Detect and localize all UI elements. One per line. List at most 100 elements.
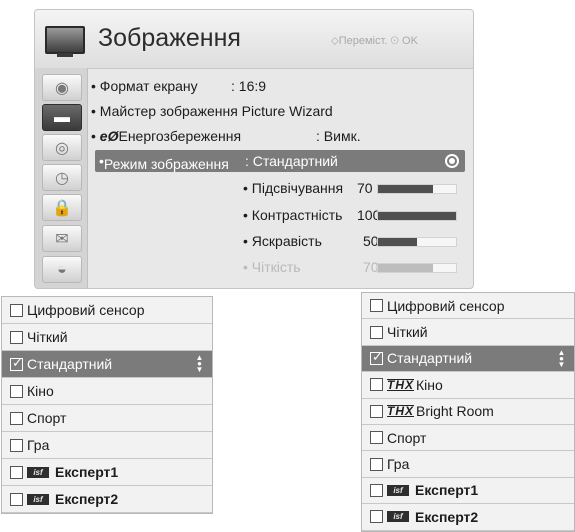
menu-title: Зображення (98, 24, 241, 52)
checkbox-icon (370, 483, 383, 497)
checkbox-icon (370, 378, 383, 392)
ok-icon: ⊙ (390, 35, 399, 47)
options-icon[interactable]: ✉ (42, 225, 82, 252)
brightness-bar[interactable] (377, 237, 457, 247)
checkbox-icon (370, 404, 383, 418)
option-label: Спорт (27, 410, 67, 426)
option-label: Експерт2 (415, 508, 479, 525)
screen-format-value: : 16:9 (231, 78, 267, 94)
checkbox-icon (10, 492, 23, 506)
picture-mode-option[interactable]: isf Експерт2 (2, 486, 212, 513)
option-label: Цифровий сенсор (27, 302, 145, 318)
option-label: Чіткий (387, 324, 428, 341)
picture-mode-option[interactable]: Гра (362, 451, 574, 478)
picture-mode-option[interactable]: Чіткий (362, 319, 574, 346)
checkbox-icon (370, 299, 383, 313)
picture-mode-option[interactable]: isf Експерт1 (2, 459, 212, 486)
picture-mode-option[interactable]: Стандартний ▲●▼ (2, 351, 212, 378)
support-icon[interactable]: ◒ (42, 256, 82, 283)
picture-mode-option[interactable]: isf Експерт2 (362, 504, 574, 531)
move-arrows-icon: ⬦ (331, 35, 339, 47)
checkbox-icon (10, 303, 23, 317)
backlight-bar[interactable] (377, 184, 457, 194)
tv-picture-icon[interactable]: ▬ (42, 104, 82, 131)
move-hint-label: Переміст. (338, 35, 388, 47)
checkbox-icon (10, 384, 23, 398)
option-label: Експерт1 (55, 464, 119, 480)
picture-mode-option[interactable]: Кіно (2, 378, 212, 405)
isf-logo-icon: isf (387, 511, 409, 523)
speaker-icon[interactable]: ◎ (42, 134, 82, 161)
option-label: Гра (387, 456, 410, 473)
thx-logo-icon: THX (387, 377, 414, 392)
option-label: Чіткий (27, 329, 68, 345)
option-label: Bright Room (416, 403, 494, 420)
backlight-label: Підсвічування (251, 180, 344, 196)
option-label: Цифровий сенсор (387, 297, 505, 314)
up-down-arrows-icon[interactable]: ▲ ● ▼ (557, 348, 566, 368)
option-label: Експерт1 (415, 482, 479, 499)
picture-mode-option[interactable]: isf Експерт1 (362, 477, 574, 505)
contrast-bar[interactable] (377, 211, 457, 221)
clock-icon[interactable]: ◷ (42, 164, 82, 191)
option-label: Гра (27, 437, 50, 453)
checkbox-icon (370, 510, 383, 524)
picture-mode-option[interactable]: Цифровий сенсор (362, 293, 574, 320)
picture-mode-list-right: Цифровий сенсор Чіткий Стандартний ▲●▼ THXКі… (361, 292, 575, 532)
checkbox-icon (370, 431, 383, 445)
picture-mode-option[interactable]: Гра (2, 432, 212, 459)
checkbox-icon (10, 411, 23, 425)
menu-item-energy-saving[interactable]: • eØЕнергозбереження : Вимк. (91, 128, 361, 144)
backlight-value: 70 (357, 180, 373, 196)
menu-item-picture-mode[interactable]: • Режим зображення : Стандартний (95, 150, 465, 172)
option-label: Спорт (387, 429, 427, 446)
contrast-row[interactable]: • Контрастність 100 (243, 207, 380, 223)
lock-icon[interactable]: 🔒 (42, 194, 82, 221)
picture-mode-value: : Стандартний (245, 153, 338, 169)
ok-hint-label: OK (402, 35, 418, 47)
isf-logo-icon: isf (387, 484, 409, 496)
picture-mode-option[interactable]: Стандартний ▲●▼ (362, 345, 574, 373)
menu-header: Зображення ⬦Переміст. ⊙ OK (35, 10, 473, 69)
picture-settings-menu: Зображення ⬦Переміст. ⊙ OK ◉ ▬ ◎ ◷ 🔒 ✉ ◒… (34, 9, 474, 289)
picture-wizard-label: Майстер зображення Picture Wizard (99, 103, 333, 119)
tv-icon (45, 26, 85, 57)
backlight-row[interactable]: • Підсвічування 70 (243, 180, 373, 196)
picture-mode-label: Режим зображення (103, 156, 229, 172)
brightness-row[interactable]: • Яскравість 50 (243, 233, 379, 249)
energy-saving-icon: eØ (99, 128, 119, 144)
ok-radio-icon (445, 154, 459, 168)
menu-item-screen-format[interactable]: • Формат екрану : 16:9 (91, 78, 266, 94)
thx-logo-icon: THX (387, 404, 414, 419)
option-label: Кіно (27, 383, 54, 399)
isf-logo-icon: isf (27, 493, 49, 505)
menu-sidebar: ◉ ▬ ◎ ◷ 🔒 ✉ ◒ (35, 68, 88, 288)
picture-mode-option[interactable]: Чіткий (2, 324, 212, 351)
picture-mode-list-left: Цифровий сенсор Чіткий Стандартний ▲●▼ Кіно С… (1, 296, 213, 514)
picture-mode-option[interactable]: Цифровий сенсор (2, 297, 212, 324)
checked-checkbox-icon (10, 355, 23, 371)
picture-mode-option[interactable]: THX Bright Room (362, 398, 574, 425)
navigation-hint: ⬦Переміст. ⊙ OK (331, 35, 418, 48)
up-down-arrows-icon[interactable]: ▲ ● ▼ (195, 354, 204, 374)
option-label: Кіно (416, 376, 443, 393)
brightness-label: Яскравість (251, 233, 322, 249)
screen-format-label: Формат екрану (99, 78, 198, 94)
sharpness-label: Чіткість (251, 259, 301, 275)
checkbox-icon (10, 438, 23, 452)
energy-saving-value: : Вимк. (316, 128, 361, 144)
isf-logo-icon: isf (27, 466, 49, 478)
picture-mode-option[interactable]: THX Кіно (362, 372, 574, 399)
picture-mode-option[interactable]: Спорт (362, 425, 574, 452)
menu-item-picture-wizard[interactable]: • Майстер зображення Picture Wizard (91, 103, 333, 119)
option-label: Експерт2 (55, 491, 119, 507)
contrast-label: Контрастність (251, 207, 343, 223)
checkbox-icon (370, 325, 383, 339)
checked-checkbox-icon (370, 349, 383, 365)
sharpness-bar[interactable] (377, 263, 457, 273)
checkbox-icon (10, 465, 23, 479)
sharpness-row[interactable]: • Чіткість 70 (243, 259, 379, 275)
checkbox-icon (370, 457, 383, 471)
disc-icon[interactable]: ◉ (42, 74, 82, 101)
picture-mode-option[interactable]: Спорт (2, 405, 212, 432)
